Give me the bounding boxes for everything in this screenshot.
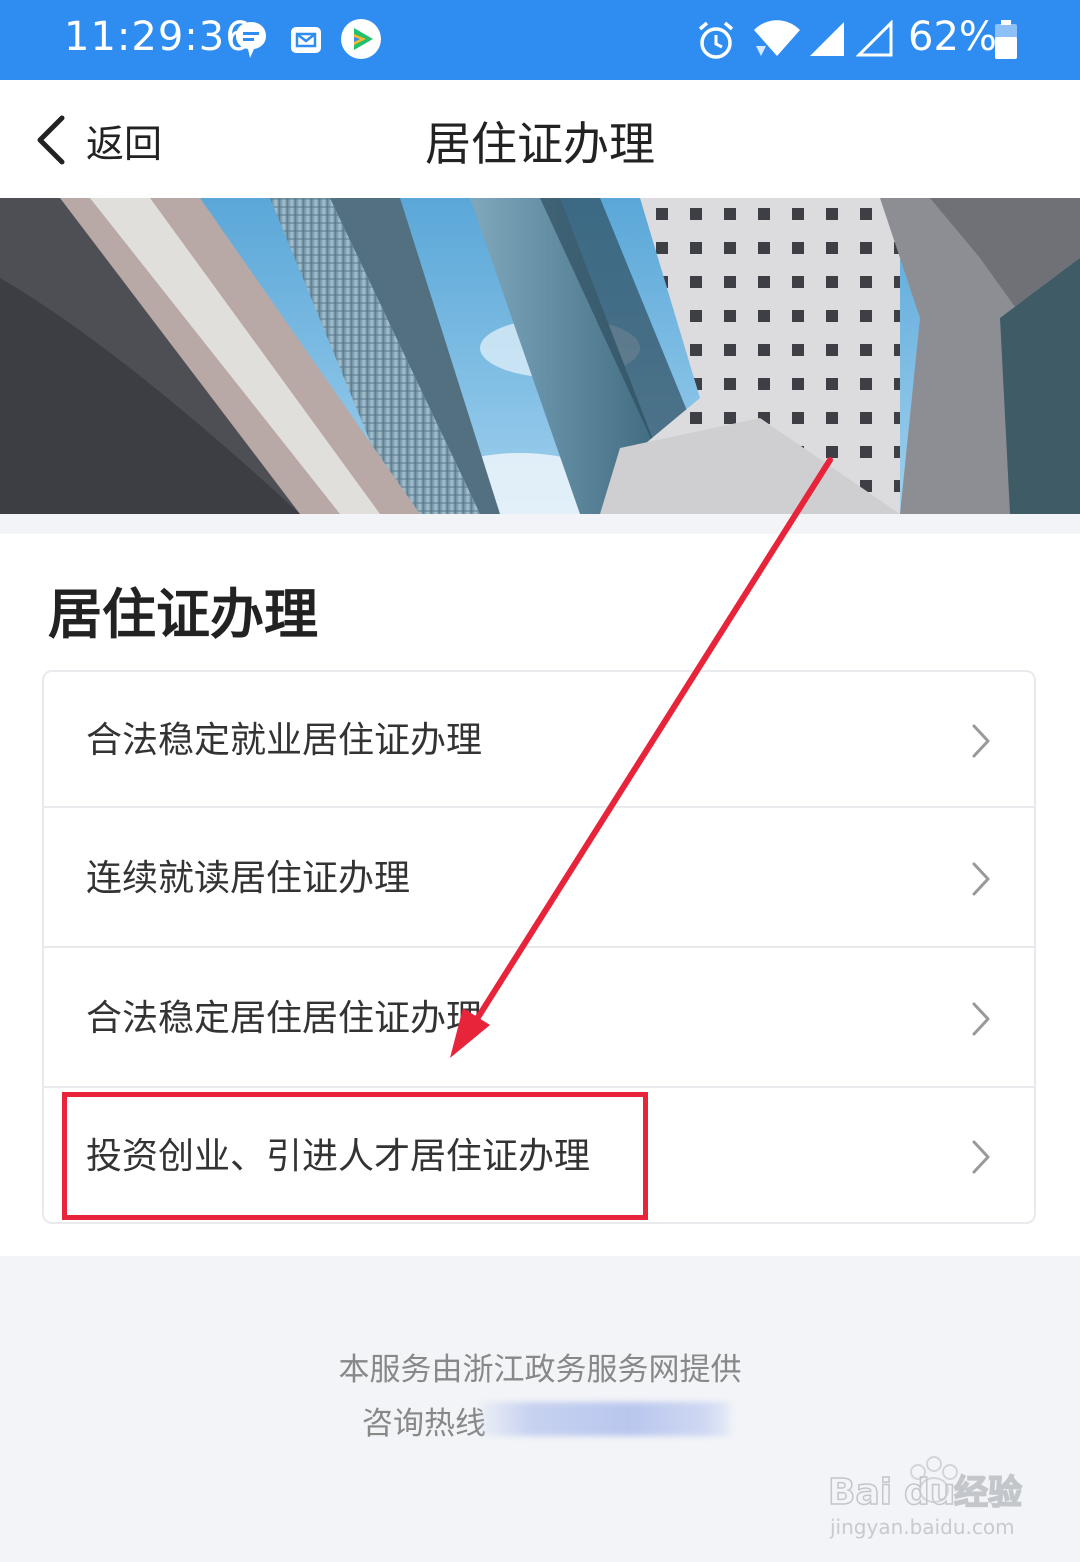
video-app-icon — [340, 18, 382, 64]
status-bar: 11:29:36 62% — [0, 0, 1080, 80]
chevron-right-icon — [972, 1140, 990, 1174]
mail-icon — [290, 26, 322, 58]
signal-icon — [808, 20, 846, 62]
svg-text:jingyan.baidu.com: jingyan.baidu.com — [829, 1515, 1015, 1539]
annotation-highlight-box — [62, 1092, 648, 1220]
signal-empty-icon — [855, 19, 894, 62]
list-item[interactable]: 合法稳定居住居住证办理 — [44, 950, 1034, 1088]
list-item-label: 连续就读居住证办理 — [86, 858, 411, 899]
battery-icon — [994, 20, 1018, 64]
chat-icon — [234, 20, 268, 64]
battery-percent: 62% — [908, 14, 997, 60]
status-time: 11:29:36 — [64, 14, 252, 60]
baidu-watermark: Bai du 经验 jingyan.baidu.com — [826, 1442, 1026, 1542]
page-title: 居住证办理 — [425, 117, 655, 171]
chevron-right-icon — [972, 862, 990, 896]
provider-text: 本服务由浙江政务服务网提供 — [338, 1352, 742, 1388]
nav-bar: 返回 居住证办理 — [0, 80, 1080, 198]
svg-text:du: du — [904, 1472, 955, 1513]
svg-text:经验: 经验 — [954, 1473, 1022, 1513]
divider — [44, 946, 1034, 948]
wifi-icon — [752, 18, 802, 62]
banner-image — [0, 198, 1080, 514]
redacted-phone-number — [480, 1402, 730, 1436]
chevron-right-icon — [972, 1002, 990, 1036]
chevron-right-icon — [972, 724, 990, 758]
divider — [44, 806, 1034, 808]
list-item[interactable]: 合法稳定就业居住证办理 — [44, 672, 1034, 810]
svg-text:Bai: Bai — [828, 1472, 892, 1513]
alarm-icon — [696, 20, 736, 66]
list-item-label: 合法稳定居住居住证办理 — [86, 998, 483, 1039]
list-item[interactable]: 连续就读居住证办理 — [44, 810, 1034, 948]
list-item-label: 合法稳定就业居住证办理 — [86, 720, 483, 761]
section-title: 居住证办理 — [48, 583, 318, 646]
